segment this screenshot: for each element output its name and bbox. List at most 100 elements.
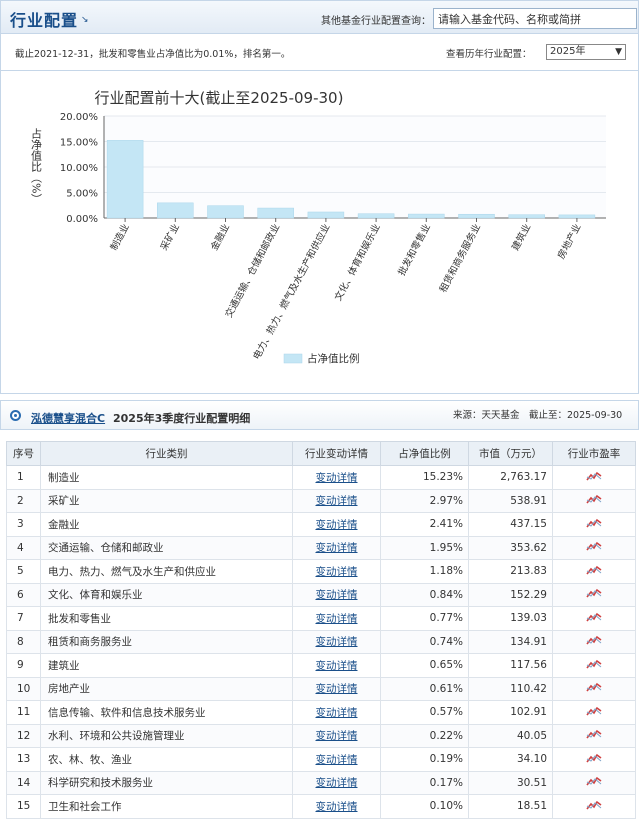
row-number: 2 <box>6 488 41 513</box>
row-value: 110.42 <box>468 676 553 701</box>
bar <box>408 213 445 219</box>
row-industry: 信息传输、软件和信息技术服务业 <box>40 700 293 725</box>
row-industry: 卫生和社会工作 <box>40 794 293 819</box>
row-pct: 1.95% <box>380 535 469 560</box>
table-row: 9 建筑业 变动详情 0.65% 117.56 <box>6 653 636 678</box>
year-select[interactable]: 2025年 ▼ <box>546 44 626 60</box>
fund-search-input[interactable]: 请输入基金代码、名称或简拼 <box>433 8 637 29</box>
row-value: 139.03 <box>468 606 553 631</box>
section-bullet-icon <box>10 410 21 421</box>
trend-chart-icon[interactable] <box>586 588 602 598</box>
trend-chart-icon[interactable] <box>586 682 602 692</box>
change-detail-link[interactable]: 变动详情 <box>316 660 358 672</box>
row-number: 3 <box>6 512 41 537</box>
change-detail-link[interactable]: 变动详情 <box>316 636 358 648</box>
chevron-down-icon: ▼ <box>615 47 622 57</box>
trend-chart-icon[interactable] <box>586 518 602 528</box>
y-axis-label: 占净值比（%） <box>30 127 43 205</box>
y-tick-label: 15.00% <box>60 138 98 149</box>
change-detail-link[interactable]: 变动详情 <box>316 777 358 789</box>
row-pct: 0.19% <box>380 747 469 772</box>
row-number: 7 <box>6 606 41 631</box>
y-tick-label: 20.00% <box>60 112 98 123</box>
row-value: 30.51 <box>468 770 553 795</box>
trend-chart-icon[interactable] <box>586 494 602 504</box>
table-row: 2 采矿业 变动详情 2.97% 538.91 <box>6 488 636 513</box>
trend-chart-icon[interactable] <box>586 659 602 669</box>
row-number: 6 <box>6 582 41 607</box>
change-detail-link[interactable]: 变动详情 <box>316 801 358 813</box>
row-number: 1 <box>6 465 41 490</box>
bar <box>157 202 194 219</box>
row-industry: 文化、体育和娱乐业 <box>40 582 293 607</box>
change-detail-link[interactable]: 变动详情 <box>316 613 358 625</box>
x-tick-label: 建筑业 <box>509 222 533 253</box>
industry-table: 序号 行业类别 行业变动详情 占净值比例 市值（万元） 行业市盈率 1 制造业 变动… <box>6 441 636 819</box>
legend-label: 占净值比例 <box>307 352 360 365</box>
bar <box>357 213 395 219</box>
bar <box>508 214 545 219</box>
table-row: 14 科学研究和技术服务业 变动详情 0.17% 30.51 <box>6 770 636 795</box>
table-row: 11 信息传输、软件和信息技术服务业 变动详情 0.57% 102.91 <box>6 700 636 725</box>
x-tick-label: 交通运输、仓储和邮政业 <box>223 222 283 320</box>
row-industry: 建筑业 <box>40 653 293 678</box>
row-pct: 0.77% <box>380 606 469 631</box>
x-tick-label: 房地产业 <box>555 222 583 261</box>
change-detail-link[interactable]: 变动详情 <box>316 589 358 601</box>
bar <box>307 211 345 219</box>
fund-name-link[interactable]: 泓德慧享混合C <box>31 410 105 426</box>
row-number: 14 <box>6 770 41 795</box>
table-row: 3 金融业 变动详情 2.41% 437.15 <box>6 512 636 537</box>
x-tick-label: 制造业 <box>108 222 132 253</box>
trend-chart-icon[interactable] <box>586 729 602 739</box>
change-detail-link[interactable]: 变动详情 <box>316 495 358 507</box>
ranking-note: 截止2021-12-31，批发和零售业占净值比为0.01%，排名第一。 <box>15 49 291 60</box>
row-industry: 农、林、牧、渔业 <box>40 747 293 772</box>
row-industry: 租赁和商务服务业 <box>40 629 293 654</box>
trend-chart-icon[interactable] <box>586 706 602 716</box>
change-detail-link[interactable]: 变动详情 <box>316 472 358 484</box>
row-number: 9 <box>6 653 41 678</box>
y-tick-label: 10.00% <box>60 163 98 174</box>
bar <box>558 214 596 219</box>
trend-chart-icon[interactable] <box>586 541 602 551</box>
y-tick-label: 0.00% <box>66 214 98 225</box>
row-number: 12 <box>6 723 41 748</box>
chart-panel: 截止2021-12-31，批发和零售业占净值比为0.01%，排名第一。 查看历年… <box>0 34 639 394</box>
row-number: 8 <box>6 629 41 654</box>
row-number: 5 <box>6 559 41 584</box>
x-tick-label: 金融业 <box>208 222 232 253</box>
row-pct: 0.74% <box>380 629 469 654</box>
trend-chart-icon[interactable] <box>586 635 602 645</box>
row-value: 18.51 <box>468 794 553 819</box>
change-detail-link[interactable]: 变动详情 <box>316 566 358 578</box>
trend-chart-icon[interactable] <box>586 565 602 575</box>
change-detail-link[interactable]: 变动详情 <box>316 542 358 554</box>
trend-chart-icon[interactable] <box>586 471 602 481</box>
row-pct: 0.61% <box>380 676 469 701</box>
trend-chart-icon[interactable] <box>586 776 602 786</box>
x-tick-label: 文化、体育和娱乐业 <box>332 222 383 303</box>
row-value: 134.91 <box>468 629 553 654</box>
change-detail-link[interactable]: 变动详情 <box>316 519 358 531</box>
trend-chart-icon[interactable] <box>586 612 602 622</box>
trend-chart-icon[interactable] <box>586 800 602 810</box>
row-number: 13 <box>6 747 41 772</box>
bar <box>207 205 244 219</box>
row-industry: 电力、热力、燃气及水生产和供应业 <box>40 559 293 584</box>
table-row: 15 卫生和社会工作 变动详情 0.10% 18.51 <box>6 794 636 819</box>
table-row: 4 交通运输、仓储和邮政业 变动详情 1.95% 353.62 <box>6 535 636 560</box>
bar <box>106 140 144 219</box>
change-detail-link[interactable]: 变动详情 <box>316 683 358 695</box>
y-tick-label: 5.00% <box>66 189 98 200</box>
table-row: 8 租赁和商务服务业 变动详情 0.74% 134.91 <box>6 629 636 654</box>
change-detail-link[interactable]: 变动详情 <box>316 707 358 719</box>
table-row: 1 制造业 变动详情 15.23% 2,763.17 <box>6 465 636 490</box>
trend-chart-icon[interactable] <box>586 753 602 763</box>
page-title: 行业配置 <box>10 11 79 30</box>
change-detail-link[interactable]: 变动详情 <box>316 730 358 742</box>
change-detail-link[interactable]: 变动详情 <box>316 754 358 766</box>
row-value: 102.91 <box>468 700 553 725</box>
row-value: 2,763.17 <box>468 465 553 490</box>
x-tick-label: 批发和零售业 <box>396 222 433 278</box>
